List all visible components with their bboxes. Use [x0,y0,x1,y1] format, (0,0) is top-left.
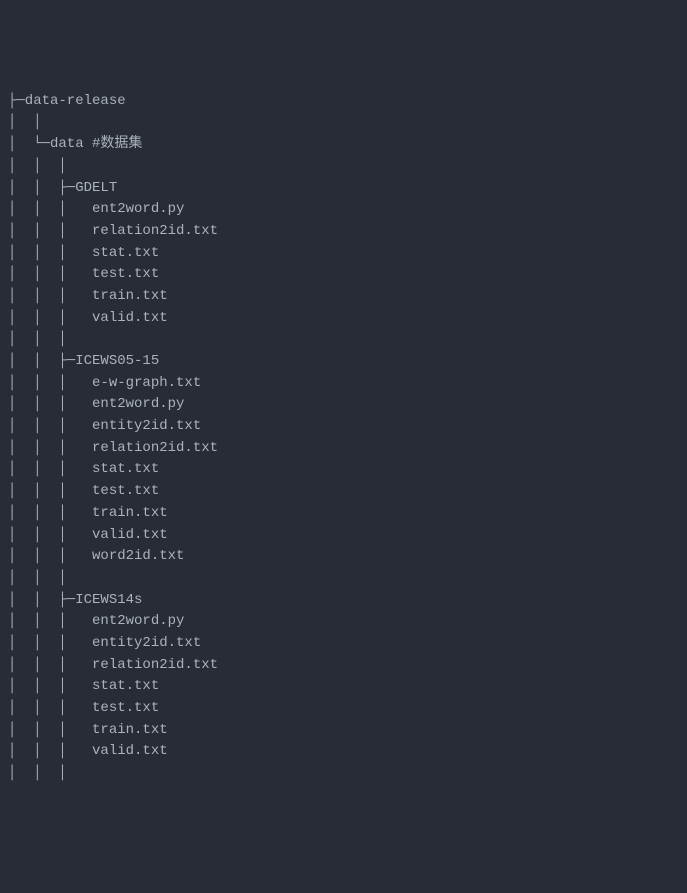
file-relation2id.txt: │ │ │ relation2id.txt [0,655,687,677]
folder-data: │ └─data #数据集 [0,134,687,156]
folder-data-release: ├─data-release [0,91,687,113]
file-train.txt: │ │ │ train.txt [0,286,687,308]
file-word2id.txt: │ │ │ word2id.txt [0,546,687,568]
tree-connector: │ │ │ [0,568,687,590]
file-valid.txt: │ │ │ valid.txt [0,741,687,763]
tree-connector: │ │ │ [0,156,687,178]
tree-connector: │ │ │ [0,329,687,351]
file-e-w-graph.txt: │ │ │ e-w-graph.txt [0,373,687,395]
file-stat.txt: │ │ │ stat.txt [0,459,687,481]
file-stat.txt: │ │ │ stat.txt [0,676,687,698]
file-entity2id.txt: │ │ │ entity2id.txt [0,633,687,655]
folder-ICEWS05-15: │ │ ├─ICEWS05-15 [0,351,687,373]
file-entity2id.txt: │ │ │ entity2id.txt [0,416,687,438]
file-valid.txt: │ │ │ valid.txt [0,525,687,547]
file-train.txt: │ │ │ train.txt [0,720,687,742]
file-valid.txt: │ │ │ valid.txt [0,308,687,330]
file-train.txt: │ │ │ train.txt [0,503,687,525]
folder-ICEWS14s: │ │ ├─ICEWS14s [0,590,687,612]
folder-GDELT: │ │ ├─GDELT [0,178,687,200]
file-relation2id.txt: │ │ │ relation2id.txt [0,221,687,243]
file-ent2word.py: │ │ │ ent2word.py [0,611,687,633]
file-ent2word.py: │ │ │ ent2word.py [0,394,687,416]
file-relation2id.txt: │ │ │ relation2id.txt [0,438,687,460]
directory-tree: ├─data-release│ ││ └─data #数据集│ │ ││ │ ├… [0,91,687,785]
file-stat.txt: │ │ │ stat.txt [0,243,687,265]
tree-connector: │ │ │ [0,763,687,785]
file-test.txt: │ │ │ test.txt [0,698,687,720]
file-test.txt: │ │ │ test.txt [0,264,687,286]
file-test.txt: │ │ │ test.txt [0,481,687,503]
file-ent2word.py: │ │ │ ent2word.py [0,199,687,221]
tree-connector: │ │ [0,112,687,134]
